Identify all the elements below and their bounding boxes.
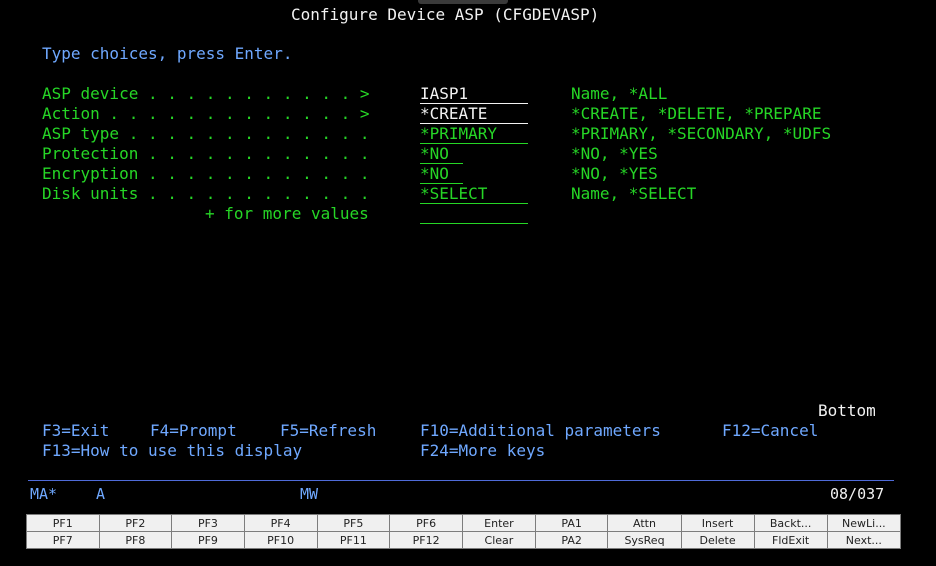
key-pf7[interactable]: PF7 <box>26 531 100 549</box>
key-backtab[interactable]: Backt... <box>753 514 828 532</box>
protection-choices: *NO, *YES <box>571 144 658 163</box>
keypad: PF1 PF2 PF3 PF4 PF5 PF6 Enter PA1 Attn I… <box>26 514 902 549</box>
key-attn[interactable]: Attn <box>607 514 682 532</box>
key-pf8[interactable]: PF8 <box>98 531 173 549</box>
cursor-position: 08/037 <box>830 485 885 503</box>
asp-type-input[interactable]: *PRIMARY <box>420 124 528 144</box>
keypad-row-2: PF7 PF8 PF9 PF10 PF11 PF12 Clear PA2 Sys… <box>26 531 902 549</box>
key-pf3[interactable]: PF3 <box>171 514 245 532</box>
key-newline[interactable]: NewLi... <box>826 514 902 532</box>
disk-units-input[interactable]: *SELECT <box>420 184 528 204</box>
fkey-f12-cancel[interactable]: F12=Cancel <box>722 421 818 441</box>
key-sysreq[interactable]: SysReq <box>607 531 682 549</box>
param-label-asp-type: ASP type . . . . . . . . . . . . . <box>42 124 370 143</box>
key-pf10[interactable]: PF10 <box>243 531 318 549</box>
bottom-indicator: Bottom <box>818 401 876 420</box>
encryption-choices: *NO, *YES <box>571 164 658 183</box>
key-pf1[interactable]: PF1 <box>26 514 100 532</box>
key-pf11[interactable]: PF11 <box>316 531 391 549</box>
param-label-disk-units: Disk units . . . . . . . . . . . . <box>42 184 370 203</box>
key-pa1[interactable]: PA1 <box>534 514 609 532</box>
action-input[interactable]: *CREATE <box>420 104 528 124</box>
key-pf5[interactable]: PF5 <box>316 514 391 532</box>
fkey-f24-more-keys[interactable]: F24=More keys <box>420 441 545 461</box>
key-pa2[interactable]: PA2 <box>534 531 609 549</box>
fkey-f13-help[interactable]: F13=How to use this display <box>42 441 302 461</box>
keypad-row-1: PF1 PF2 PF3 PF4 PF5 PF6 Enter PA1 Attn I… <box>26 514 902 532</box>
key-next[interactable]: Next... <box>826 531 902 549</box>
action-choices: *CREATE, *DELETE, *PREPARE <box>571 104 822 123</box>
asp-type-choices: *PRIMARY, *SECONDARY, *UDFS <box>571 124 832 143</box>
param-label-action: Action . . . . . . . . . . . . . > <box>42 104 370 123</box>
key-pf6[interactable]: PF6 <box>389 514 464 532</box>
key-enter[interactable]: Enter <box>462 514 536 532</box>
asp-device-input[interactable]: IASP1 <box>420 84 528 104</box>
status-divider <box>28 480 894 481</box>
instruction-text: Type choices, press Enter. <box>42 44 293 63</box>
window-top-handle <box>418 0 508 4</box>
fkey-f10-additional-parameters[interactable]: F10=Additional parameters <box>420 421 661 441</box>
status-mode: A <box>96 485 106 503</box>
status-ma: MA* <box>30 485 58 503</box>
more-values-label: + for more values <box>205 204 369 223</box>
fkey-f4-prompt[interactable]: F4=Prompt <box>150 421 237 441</box>
screen-title: Configure Device ASP (CFGDEVASP) <box>291 5 600 24</box>
status-mw: MW <box>300 485 319 503</box>
key-clear[interactable]: Clear <box>462 531 536 549</box>
disk-units-choices: Name, *SELECT <box>571 184 697 203</box>
key-insert[interactable]: Insert <box>680 514 755 532</box>
key-fldexit[interactable]: FldExit <box>753 531 828 549</box>
key-pf12[interactable]: PF12 <box>389 531 464 549</box>
fkey-f5-refresh[interactable]: F5=Refresh <box>280 421 376 441</box>
key-delete[interactable]: Delete <box>680 531 755 549</box>
encryption-input[interactable]: *NO <box>420 164 463 184</box>
fkey-f3-exit[interactable]: F3=Exit <box>42 421 109 441</box>
key-pf4[interactable]: PF4 <box>243 514 318 532</box>
key-pf9[interactable]: PF9 <box>171 531 245 549</box>
param-label-asp-device: ASP device . . . . . . . . . . . > <box>42 84 370 103</box>
protection-input[interactable]: *NO <box>420 144 463 164</box>
key-pf2[interactable]: PF2 <box>98 514 173 532</box>
disk-units-more-input[interactable] <box>420 204 528 224</box>
asp-device-choices: Name, *ALL <box>571 84 668 103</box>
param-label-protection: Protection . . . . . . . . . . . . <box>42 144 370 163</box>
param-label-encryption: Encryption . . . . . . . . . . . . <box>42 164 370 183</box>
